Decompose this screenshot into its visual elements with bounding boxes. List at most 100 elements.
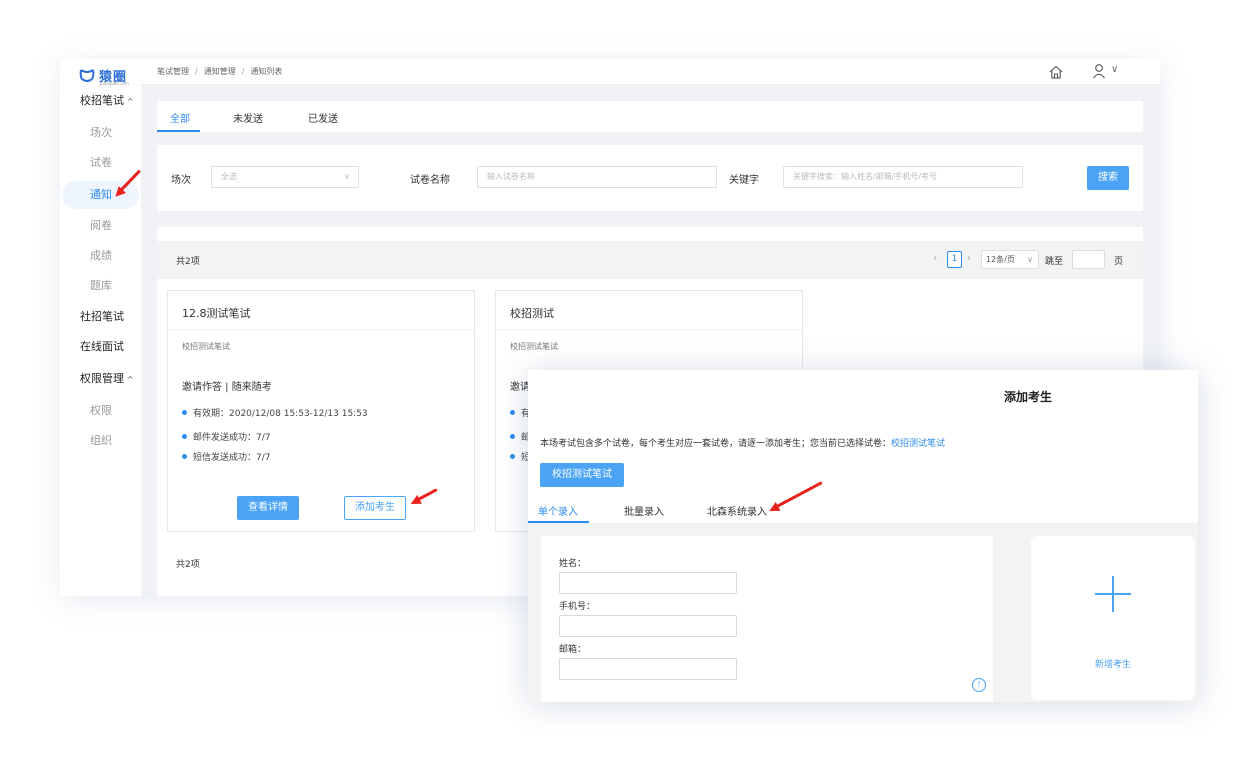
add-candidate-dialog: 添加考生 本场考试包含多个试卷，每个考生对应一套试卷，请逐一添加考生；您当前已选… xyxy=(528,370,1198,702)
sidebar-group-social-exam[interactable]: 社招笔试 xyxy=(60,302,141,332)
view-details-button[interactable]: 查看详情 xyxy=(237,496,299,520)
sidebar-group-label: 校招笔试 xyxy=(80,94,124,107)
bullet-dot xyxy=(182,410,187,415)
session-label: 场次 xyxy=(171,175,191,186)
keyword-input[interactable]: 关键字搜索：输入姓名/邮箱/手机号/考号 xyxy=(783,166,1023,188)
name-input[interactable] xyxy=(559,572,737,594)
session-placeholder: 全选 xyxy=(221,172,237,181)
dialog-description-text: 本场考试包含多个试卷，每个考生对应一套试卷，请逐一添加考生；您当前已选择试卷： xyxy=(540,439,892,449)
info-icon[interactable]: ! xyxy=(972,678,986,692)
breadcrumb-separator: / xyxy=(195,67,198,76)
bullet-dot xyxy=(510,454,515,459)
dialog-description: 本场考试包含多个试卷，每个考生对应一套试卷，请逐一添加考生；您当前已选择试卷：校… xyxy=(540,436,945,449)
jump-to-label: 跳至 xyxy=(1045,257,1064,267)
sidebar-group-campus-exam[interactable]: 校招笔试 ^ xyxy=(60,86,141,116)
card-info-sms: 短信发送成功：7/7 xyxy=(182,450,271,463)
sidebar-group-online-interview[interactable]: 在线面试 xyxy=(60,332,141,362)
keyword-label: 关键字 xyxy=(729,175,759,186)
tab-sent[interactable]: 已发送 xyxy=(308,110,338,125)
filter-panel: 场次 全选 ∨ 试卷名称 输入试卷名称 关键字 关键字搜索：输入姓名/邮箱/手机… xyxy=(157,145,1143,211)
sidebar-group-label: 权限管理 xyxy=(80,372,124,385)
breadcrumb-separator: / xyxy=(241,67,245,76)
sidebar-item-question-bank[interactable]: 题库 xyxy=(60,271,141,301)
page-size-select[interactable]: 12条/页 ∨ xyxy=(981,250,1039,269)
prev-page-icon[interactable]: ‹ xyxy=(933,253,937,264)
dialog-title: 添加考生 xyxy=(1003,390,1052,404)
footer-total-count: 共2项 xyxy=(176,560,200,570)
card-info-sms: 短 xyxy=(510,450,530,463)
sidebar-item-notice[interactable]: 通知 xyxy=(60,180,141,210)
add-new-candidate-card[interactable]: 新增考生 xyxy=(1031,536,1195,700)
active-tab-underline xyxy=(528,521,589,523)
logo-icon xyxy=(79,69,95,82)
list-toolbar: 共2项 ‹ 1 › 12条/页 ∨ 跳至 页 xyxy=(157,241,1143,279)
candidate-form: 姓名： 手机号： 邮箱： ! xyxy=(541,536,993,702)
search-button[interactable]: 搜索 xyxy=(1087,166,1129,190)
card-info-text: 短信发送成功：7/7 xyxy=(193,453,271,463)
sidebar-item-scores[interactable]: 成绩 xyxy=(60,241,141,271)
next-page-icon[interactable]: › xyxy=(967,253,971,264)
top-header: 笔试管理 / 通知管理 / 通知列表 ∨ xyxy=(141,59,1160,85)
tab-all[interactable]: 全部 xyxy=(170,110,190,125)
breadcrumb: 笔试管理 / 通知管理 / 通知列表 xyxy=(157,59,282,85)
dialog-body: 姓名： 手机号： 邮箱： ! 新增考生 xyxy=(528,523,1198,702)
bullet-dot xyxy=(182,454,187,459)
page-number-current[interactable]: 1 xyxy=(947,251,962,268)
card-invite-mode: 邀请作答 | 随来随考 xyxy=(182,382,272,393)
bullet-dot xyxy=(510,410,515,415)
breadcrumb-item[interactable]: 笔试管理 xyxy=(157,67,189,76)
sidebar-item-permission[interactable]: 权限 xyxy=(60,396,141,426)
phone-field-label: 手机号： xyxy=(559,602,596,612)
user-icon[interactable] xyxy=(1091,63,1107,79)
page-size-value: 12条/页 xyxy=(986,255,1015,264)
brand-logo[interactable]: 猿圈 yuanquan.com xyxy=(79,65,129,86)
bullet-dot xyxy=(510,434,515,439)
card-divider xyxy=(496,329,802,330)
email-field-label: 邮箱： xyxy=(559,645,587,655)
chevron-down-icon: ∨ xyxy=(344,172,350,181)
card-info-email: 邮件发送成功：7/7 xyxy=(182,430,271,443)
paper-name-input[interactable]: 输入试卷名称 xyxy=(477,166,717,188)
selected-paper-link[interactable]: 校招测试笔试 xyxy=(891,439,945,449)
chevron-down-icon: ∨ xyxy=(1027,255,1033,264)
card-invite-mode: 邀请 xyxy=(510,382,530,393)
sidebar-item-organization[interactable]: 组织 xyxy=(60,426,141,456)
notice-card: 12.8测试笔试 校招测试笔试 邀请作答 | 随来随考 有效期：2020/12/… xyxy=(167,290,475,532)
sidebar-item-marking[interactable]: 阅卷 xyxy=(60,211,141,241)
name-field-label: 姓名： xyxy=(559,559,587,569)
selected-paper-button[interactable]: 校招测试笔试 xyxy=(540,463,624,487)
home-icon[interactable] xyxy=(1048,64,1064,80)
paper-name-label: 试卷名称 xyxy=(410,175,450,186)
active-tab-underline xyxy=(157,130,200,132)
status-tabs: 全部 未发送 已发送 xyxy=(157,101,1143,132)
sidebar: 猿圈 yuanquan.com 校招笔试 ^ 场次 试卷 通知 阅卷 成绩 题库 … xyxy=(60,59,141,596)
total-count: 共2项 xyxy=(176,257,200,267)
card-subtitle: 校招测试笔试 xyxy=(510,342,558,351)
tab-single-entry[interactable]: 单个录入 xyxy=(538,503,578,518)
tab-beisen-entry[interactable]: 北森系统录入 xyxy=(707,503,767,518)
email-input[interactable] xyxy=(559,658,737,680)
card-divider xyxy=(168,329,474,330)
chevron-down-icon[interactable]: ∨ xyxy=(1111,64,1118,75)
breadcrumb-item-current: 通知列表 xyxy=(250,67,283,76)
phone-input[interactable] xyxy=(559,615,737,637)
sidebar-group-permissions[interactable]: 权限管理 ^ xyxy=(60,364,141,394)
card-info-validity: 有效期：2020/12/08 15:53-12/13 15:53 xyxy=(182,406,368,419)
card-subtitle: 校招测试笔试 xyxy=(182,342,230,351)
caret-up-icon: ^ xyxy=(127,375,134,384)
bullet-dot xyxy=(182,434,187,439)
page-suffix-label: 页 xyxy=(1114,257,1124,267)
card-title: 12.8测试笔试 xyxy=(182,307,251,320)
card-info-email: 邮 xyxy=(510,430,530,443)
add-new-candidate-label: 新增考生 xyxy=(1094,660,1131,670)
caret-up-icon: ^ xyxy=(127,97,134,106)
tab-unsent[interactable]: 未发送 xyxy=(233,110,263,125)
card-info-text: 邮件发送成功：7/7 xyxy=(193,433,271,443)
session-select[interactable]: 全选 ∨ xyxy=(211,166,359,188)
breadcrumb-item[interactable]: 通知管理 xyxy=(204,67,236,76)
tab-batch-entry[interactable]: 批量录入 xyxy=(624,503,664,518)
add-candidate-button[interactable]: 添加考生 xyxy=(344,496,406,520)
jump-page-input[interactable] xyxy=(1072,250,1105,269)
sidebar-item-session[interactable]: 场次 xyxy=(60,118,141,148)
sidebar-item-paper[interactable]: 试卷 xyxy=(60,148,141,178)
